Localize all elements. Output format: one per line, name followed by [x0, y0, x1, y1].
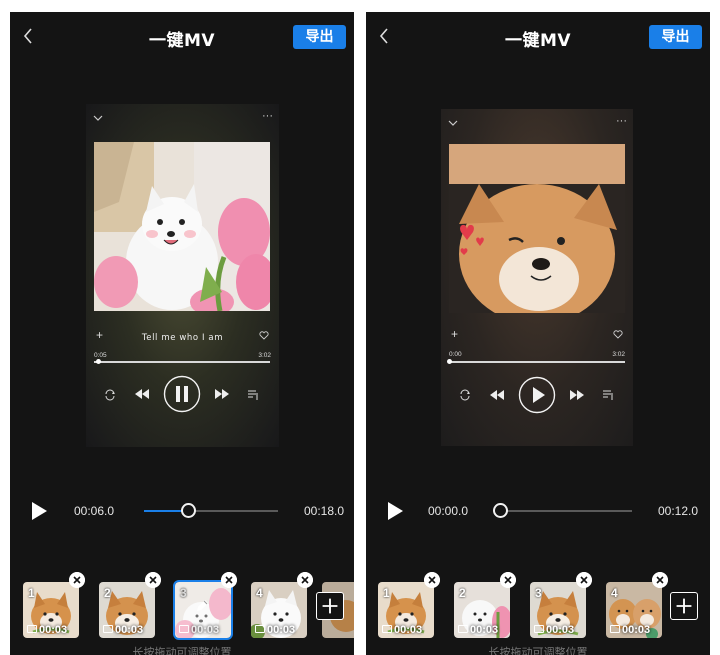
timeline-total-time: 00:18.0 — [304, 504, 345, 518]
playlist-icon[interactable] — [247, 389, 259, 401]
hint-text: 长按拖动可调整位置 — [488, 646, 588, 655]
clip-strip: 1 00:03 2 00:03 3 00:03 4 00:03 — [10, 572, 354, 650]
clip-duration: 00:03 — [546, 624, 575, 636]
image-icon — [610, 625, 620, 633]
song-elapsed-time: 0:05 — [94, 352, 107, 359]
remove-clip-icon[interactable] — [652, 572, 668, 588]
clip-thumbnail[interactable]: 2 00:03 — [99, 582, 155, 638]
export-button[interactable]: 导出 — [649, 25, 702, 49]
timeline-current-time: 00:06.0 — [74, 504, 115, 518]
next-icon[interactable] — [569, 389, 585, 401]
screen-right: 一键MV 导出 ··· + 0:00 3:02 00:00.0 00:12.0 … — [366, 12, 710, 655]
song-total-time: 3:02 — [258, 352, 271, 359]
image-icon — [255, 625, 265, 633]
clip-number: 2 — [459, 586, 466, 600]
clip-number: 4 — [611, 586, 618, 600]
clip-thumbnail[interactable]: 2 00:03 — [454, 582, 510, 638]
timeline-scrubber[interactable] — [492, 503, 508, 518]
export-button[interactable]: 导出 — [293, 25, 346, 49]
play-button[interactable] — [518, 376, 556, 414]
previous-icon[interactable] — [489, 389, 505, 401]
repeat-icon[interactable] — [459, 389, 471, 401]
song-progress-handle[interactable] — [96, 359, 102, 364]
clip-number: 3 — [535, 586, 542, 600]
song-progress-handle[interactable] — [446, 359, 452, 364]
more-icon[interactable]: ··· — [262, 111, 273, 122]
clip-duration: 00:03 — [267, 624, 296, 636]
repeat-icon[interactable] — [104, 389, 116, 401]
top-bar: 一键MV 导出 — [10, 12, 354, 62]
play-icon[interactable] — [386, 501, 404, 521]
video-timeline: 00:06.0 00:18.0 — [10, 497, 354, 525]
remove-clip-icon[interactable] — [500, 572, 516, 588]
album-cover-image — [449, 144, 625, 313]
image-icon — [103, 625, 113, 633]
previous-icon[interactable] — [134, 388, 150, 400]
clip-duration: 00:03 — [191, 624, 220, 636]
hint-text: 长按拖动可调整位置 — [132, 646, 232, 655]
song-total-time: 3:02 — [612, 351, 625, 358]
add-icon[interactable]: + — [451, 327, 458, 341]
image-icon — [179, 625, 189, 633]
chevron-down-icon[interactable] — [448, 119, 458, 127]
image-icon — [458, 625, 468, 633]
remove-clip-icon[interactable] — [576, 572, 592, 588]
timeline-track[interactable] — [500, 510, 632, 512]
clip-thumbnail[interactable]: 1 00:03 — [23, 582, 79, 638]
clip-duration: 00:03 — [115, 624, 144, 636]
image-icon — [27, 625, 37, 633]
clip-duration: 00:03 — [470, 624, 499, 636]
pause-button[interactable] — [163, 375, 201, 413]
chevron-down-icon[interactable] — [93, 114, 103, 122]
clip-thumbnail[interactable]: 4 00:03 — [606, 582, 662, 638]
song-progress-bar[interactable] — [94, 361, 270, 363]
clip-number: 1 — [383, 586, 390, 600]
heart-icon[interactable] — [613, 330, 623, 339]
edit-pencil-icon[interactable] — [194, 598, 210, 614]
play-icon[interactable] — [30, 501, 48, 521]
next-icon[interactable] — [214, 388, 230, 400]
clip-number: 4 — [256, 586, 263, 600]
add-clip-button[interactable] — [670, 592, 698, 620]
clip-number: 2 — [104, 586, 111, 600]
clip-duration: 00:03 — [39, 624, 68, 636]
remove-clip-icon[interactable] — [69, 572, 85, 588]
music-player-preview: ··· + Tell me who I am 0:05 3:02 — [86, 104, 279, 447]
clip-thumbnail[interactable]: 1 00:03 — [378, 582, 434, 638]
video-timeline: 00:00.0 00:12.0 — [366, 497, 710, 525]
clip-thumbnail[interactable]: 3 00:03 — [530, 582, 586, 638]
remove-clip-icon[interactable] — [297, 572, 313, 588]
more-icon[interactable]: ··· — [616, 116, 627, 127]
remove-clip-icon[interactable] — [221, 572, 237, 588]
song-progress-bar[interactable] — [449, 361, 625, 363]
song-title: Tell me who I am — [141, 333, 224, 343]
playlist-icon[interactable] — [602, 389, 614, 401]
add-clip-button[interactable] — [316, 592, 344, 620]
clip-thumbnail-selected[interactable]: 3 00:03 — [173, 580, 233, 640]
music-player-preview: ··· + 0:00 3:02 — [441, 109, 633, 446]
screen-left: 一键MV 导出 ··· + Tell me who I am 0:05 3:02… — [10, 12, 354, 655]
image-icon — [534, 625, 544, 633]
clip-thumbnail[interactable]: 4 00:03 — [251, 582, 307, 638]
song-elapsed-time: 0:00 — [449, 351, 462, 358]
clip-number: 1 — [28, 586, 35, 600]
remove-clip-icon[interactable] — [424, 572, 440, 588]
clip-number: 3 — [180, 586, 187, 600]
remove-clip-icon[interactable] — [145, 572, 161, 588]
clip-duration: 00:03 — [622, 624, 651, 636]
clip-duration: 00:03 — [394, 624, 423, 636]
top-bar: 一键MV 导出 — [366, 12, 710, 62]
timeline-current-time: 00:00.0 — [428, 504, 469, 518]
timeline-scrubber[interactable] — [181, 503, 197, 518]
album-cover-image — [94, 142, 270, 311]
timeline-total-time: 00:12.0 — [658, 504, 699, 518]
image-icon — [382, 625, 392, 633]
clip-strip: 1 00:03 2 00:03 3 00:03 4 00:03 — [366, 572, 710, 650]
